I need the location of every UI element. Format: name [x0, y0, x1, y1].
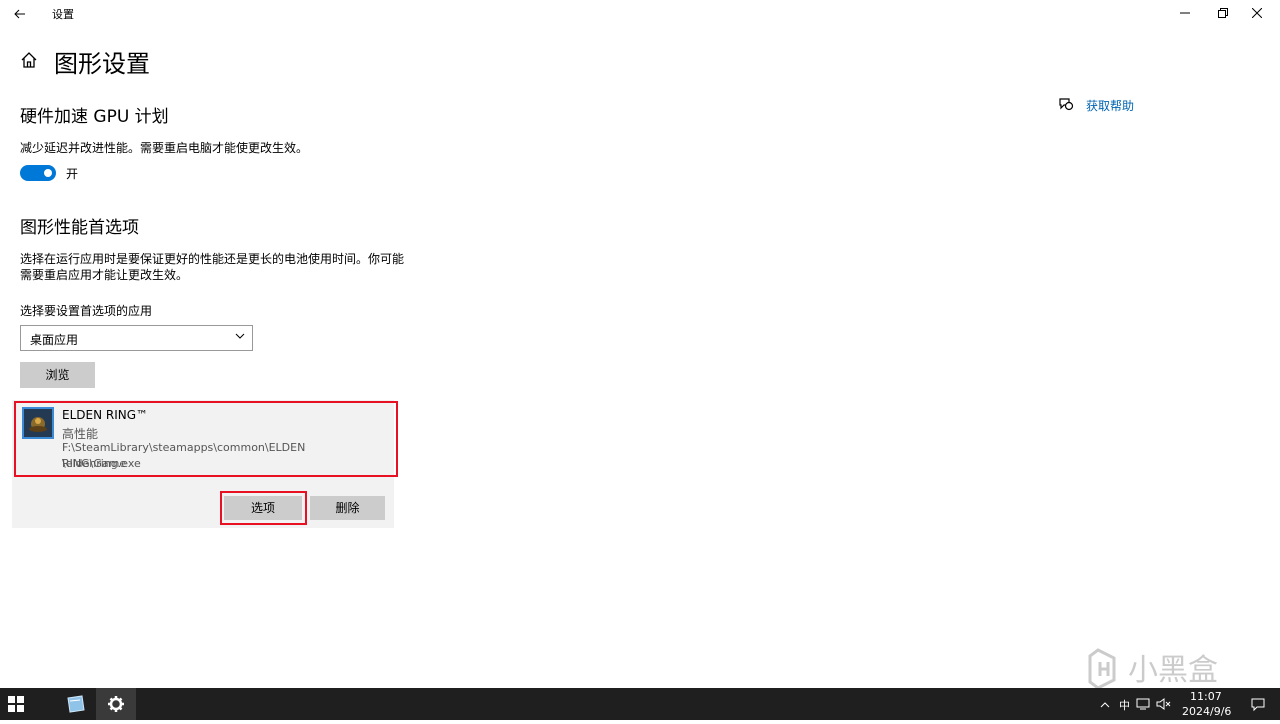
page-title: 图形设置	[54, 50, 150, 78]
minimize-icon	[1180, 12, 1190, 14]
back-button[interactable]	[8, 2, 32, 26]
close-button[interactable]	[1234, 0, 1280, 28]
clock-date[interactable]: 2024/9/6	[1182, 705, 1231, 718]
app-type-select[interactable]: 桌面应用	[20, 325, 253, 351]
tray-chevron-icon[interactable]	[1100, 696, 1110, 715]
elden-ring-app-icon	[22, 407, 54, 439]
app-name: ELDEN RING™	[62, 408, 149, 422]
get-help-link[interactable]: 获取帮助	[1086, 97, 1134, 114]
game-logo-icon	[24, 409, 52, 437]
gpu-scheduling-toggle-label: 开	[66, 167, 79, 181]
app-select-label: 选择要设置首选项的应用	[20, 304, 153, 318]
volume-muted-icon[interactable]	[1156, 696, 1172, 715]
gear-icon	[108, 696, 124, 712]
back-arrow-icon	[14, 9, 25, 19]
graphics-pref-heading: 图形性能首选项	[20, 218, 139, 238]
close-icon	[1251, 7, 1263, 19]
ime-indicator[interactable]: 中	[1119, 697, 1130, 713]
toggle-knob	[44, 169, 52, 177]
app-type-select-value: 桌面应用	[30, 333, 79, 347]
home-button[interactable]	[20, 51, 40, 71]
gpu-scheduling-heading: 硬件加速 GPU 计划	[20, 107, 169, 127]
file-explorer-icon	[67, 695, 85, 713]
start-button[interactable]	[8, 696, 24, 712]
taskbar: 中 11:07 2024/9/6	[0, 688, 1280, 720]
svg-text:小黑盒: 小黑盒	[1128, 653, 1218, 688]
network-icon[interactable]	[1136, 696, 1150, 715]
graphics-pref-description-line1: 选择在运行应用时是要保证更好的性能还是更长的电池使用时间。你可能	[20, 252, 405, 266]
notification-icon[interactable]	[1250, 696, 1266, 716]
help-icon-wrap[interactable]	[1058, 96, 1074, 116]
browse-button[interactable]: 浏览	[20, 362, 95, 388]
clock-time[interactable]: 11:07	[1190, 690, 1222, 703]
window-title: 设置	[52, 8, 74, 21]
chat-help-icon	[1059, 98, 1074, 111]
gpu-scheduling-description: 减少延迟并改进性能。需要重启电脑才能使更改生效。	[20, 141, 309, 155]
restore-icon	[1218, 8, 1228, 18]
gpu-scheduling-toggle[interactable]	[20, 165, 56, 181]
graphics-pref-description-line2: 需要重启应用才能让更改生效。	[20, 268, 189, 282]
options-button[interactable]: 选项	[224, 496, 302, 520]
chevron-down-icon	[235, 333, 245, 339]
windows-logo-icon	[8, 696, 24, 712]
delete-button[interactable]: 删除	[310, 496, 385, 520]
watermark-logo: 小黑盒	[1088, 644, 1248, 694]
taskbar-app-settings[interactable]	[96, 688, 136, 720]
title-bar: 设置	[0, 0, 1280, 28]
taskbar-app-explorer[interactable]	[56, 688, 96, 720]
app-path-line2: \eldenring.exe	[62, 457, 141, 470]
home-icon	[21, 52, 37, 68]
